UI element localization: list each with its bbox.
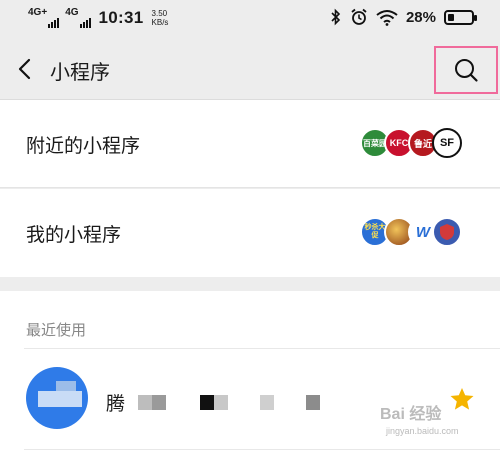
alarm-icon bbox=[351, 8, 367, 25]
signal-icon bbox=[79, 18, 91, 28]
net-speed-unit: KB/s bbox=[151, 18, 169, 27]
search-button[interactable] bbox=[434, 46, 498, 94]
nav-bar: 小程序 bbox=[0, 38, 500, 100]
bluetooth-icon bbox=[331, 8, 341, 26]
star-icon[interactable] bbox=[449, 387, 475, 411]
sim1-label: 4G+ bbox=[28, 7, 48, 18]
net-speed: 3.50 KB/s bbox=[152, 9, 169, 27]
recent-title: 最近使用 bbox=[26, 322, 87, 339]
status-bar: 4G+ 4G 10:31 3.50 KB/s 28% bbox=[0, 0, 500, 38]
chevron-left-icon bbox=[18, 58, 31, 80]
mini-program-avatar bbox=[26, 367, 88, 429]
my-mini-programs-row[interactable]: 我的小程序 秒杀大促 W bbox=[0, 189, 500, 277]
watermark-logo: Bai 经验 bbox=[380, 406, 442, 423]
signal-sim2: 4G bbox=[65, 7, 91, 28]
status-left: 4G+ 4G 10:31 3.50 KB/s bbox=[28, 8, 168, 28]
sf-express-icon: SF bbox=[432, 128, 462, 158]
net-speed-value: 3.50 bbox=[151, 9, 168, 18]
status-right: 28% bbox=[330, 8, 477, 26]
divider bbox=[24, 449, 500, 450]
mine-label: 我的小程序 bbox=[26, 225, 122, 246]
mine-icon-group: 秒杀大促 W bbox=[360, 217, 462, 247]
battery-icon bbox=[444, 9, 477, 25]
status-time: 10:31 bbox=[98, 8, 144, 27]
redacted-name-mosaic bbox=[132, 395, 342, 410]
battery-fill bbox=[448, 13, 454, 21]
section-gap bbox=[0, 277, 500, 291]
watermark-url: jingyan.baidu.com bbox=[386, 426, 459, 436]
signal-icon bbox=[48, 18, 60, 28]
recent-item-name: 腾 bbox=[106, 394, 126, 415]
nearby-label: 附近的小程序 bbox=[26, 136, 141, 157]
back-button[interactable] bbox=[12, 56, 38, 82]
battery-percent: 28% bbox=[405, 8, 436, 26]
search-icon bbox=[455, 59, 478, 82]
wifi-icon bbox=[376, 9, 398, 26]
signal-sim1: 4G+ bbox=[28, 7, 60, 28]
nearby-icon-group: 百菜园 KFC 鲁近 SF bbox=[360, 128, 462, 158]
page-title: 小程序 bbox=[50, 62, 110, 84]
sim2-label: 4G bbox=[65, 7, 79, 18]
shield-app-icon bbox=[432, 217, 462, 247]
nearby-mini-programs-row[interactable]: 附近的小程序 百菜园 KFC 鲁近 SF bbox=[0, 100, 500, 188]
